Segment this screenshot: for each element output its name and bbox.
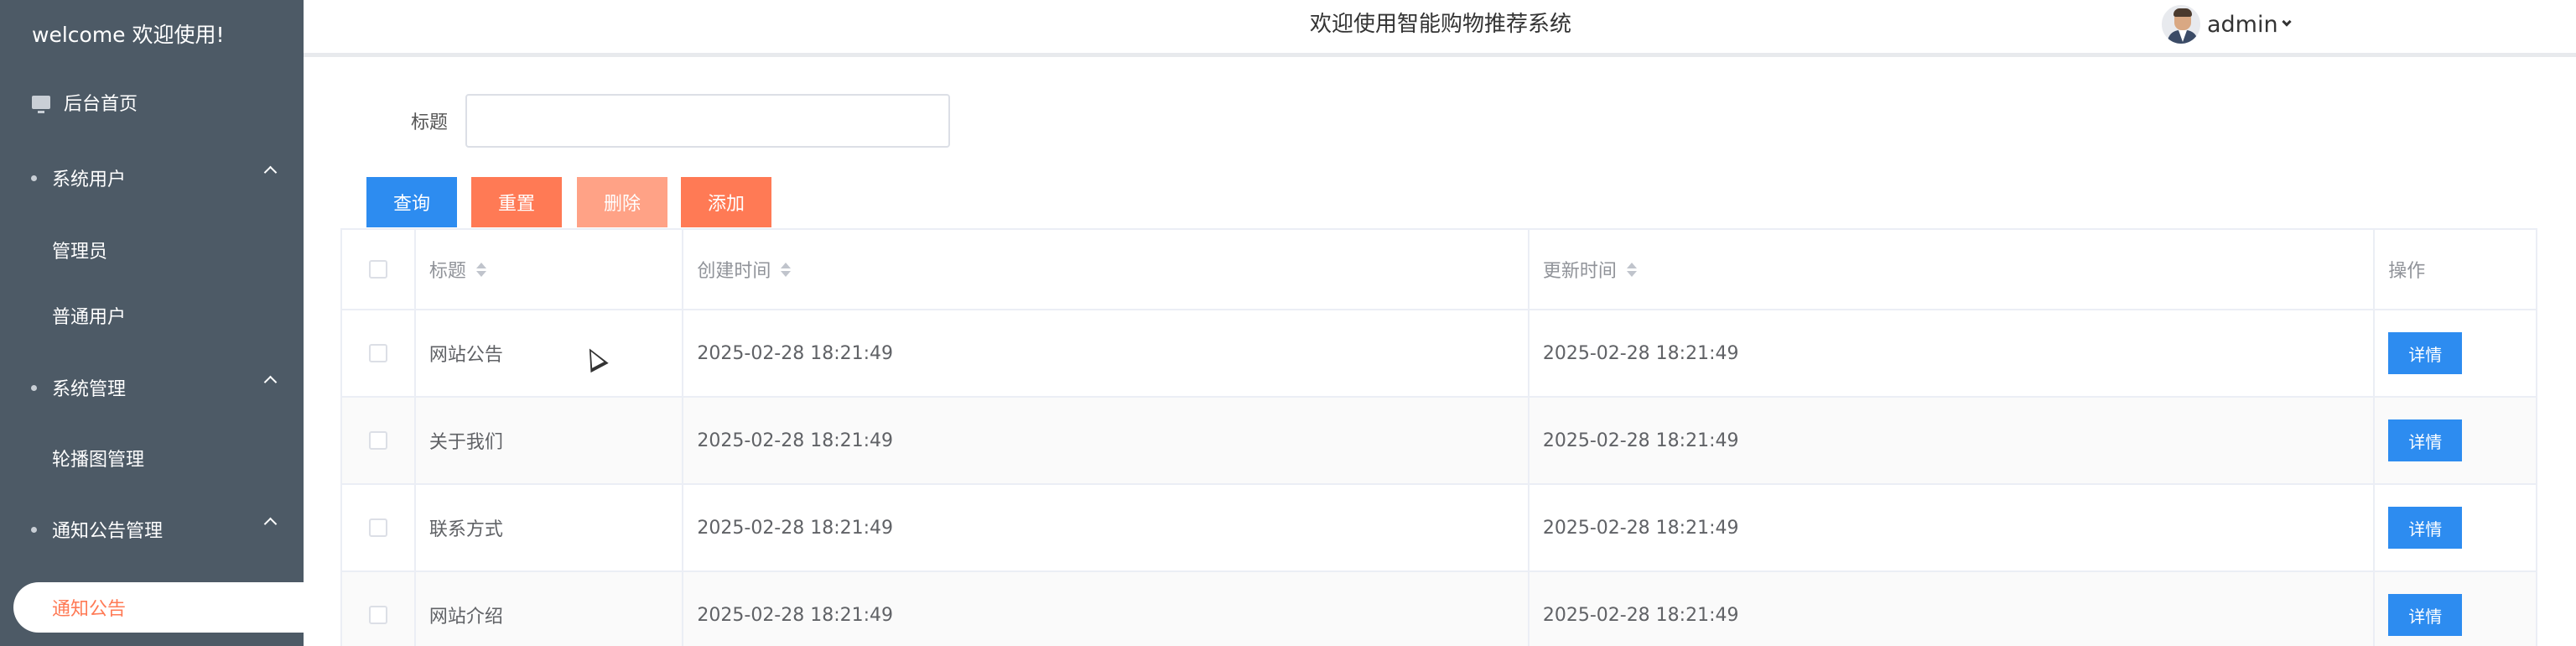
column-header-actions: 操作	[2375, 230, 2536, 309]
row-checkbox[interactable]	[368, 344, 387, 362]
cell-title: 关于我们	[416, 398, 684, 483]
chevron-up-icon	[263, 165, 278, 180]
delete-button[interactable]: 删除	[577, 177, 667, 227]
sidebar-group-label: 系统用户	[52, 169, 127, 190]
chevron-up-icon	[263, 375, 278, 389]
add-button[interactable]: 添加	[681, 177, 771, 227]
column-header-label: 创建时间	[697, 261, 771, 282]
cell-updated: 2025-02-28 18:21:49	[1530, 310, 2376, 396]
column-header-label: 更新时间	[1542, 261, 1617, 282]
search-label: 标题	[411, 112, 449, 133]
cell-actions: 详情	[2375, 398, 2536, 483]
page-title: 欢迎使用智能购物推荐系统	[1310, 12, 1572, 37]
sidebar-item-users[interactable]: 普通用户	[0, 290, 304, 341]
row-checkbox[interactable]	[368, 518, 387, 537]
chevron-down-icon[interactable]	[2281, 17, 2292, 27]
table-row: 关于我们 2025-02-28 18:21:49 2025-02-28 18:2…	[342, 398, 2536, 485]
cell-created: 2025-02-28 18:21:49	[683, 485, 1530, 570]
sidebar-item-admins[interactable]: 管理员	[0, 225, 304, 275]
detail-button[interactable]: 详情	[2388, 332, 2463, 374]
cell-actions: 详情	[2375, 485, 2536, 570]
sidebar-group-system-management[interactable]: 系统管理	[0, 362, 304, 413]
top-bar: 欢迎使用智能购物推荐系统 admin	[304, 0, 2576, 57]
sidebar-item-label: 普通用户	[52, 307, 127, 328]
sidebar-group-system-users[interactable]: 系统用户	[0, 153, 304, 203]
detail-button[interactable]: 详情	[2388, 419, 2463, 461]
detail-button[interactable]: 详情	[2388, 507, 2463, 549]
sidebar-welcome: welcome 欢迎使用!	[32, 23, 225, 47]
column-header-label: 标题	[428, 261, 466, 282]
sidebar-item-label: 后台首页	[64, 94, 138, 115]
cell-updated: 2025-02-28 18:21:49	[1530, 485, 2376, 570]
cell-created: 2025-02-28 18:21:49	[683, 572, 1530, 646]
sidebar-group-notices[interactable]: 通知公告管理	[0, 504, 304, 555]
query-button[interactable]: 查询	[366, 177, 457, 227]
cell-actions: 详情	[2375, 572, 2536, 646]
select-all-checkbox[interactable]	[368, 260, 387, 279]
cell-title: 网站公告	[416, 310, 684, 396]
cell-title: 联系方式	[416, 485, 684, 570]
sidebar-item-label: 管理员	[52, 242, 108, 263]
row-checkbox[interactable]	[368, 431, 387, 450]
sidebar-group-label: 通知公告管理	[52, 521, 164, 542]
cell-created: 2025-02-28 18:21:49	[683, 310, 1530, 396]
sort-icon[interactable]	[1626, 262, 1637, 277]
sidebar-item-label: 轮播图管理	[52, 450, 145, 471]
sidebar: welcome 欢迎使用! 后台首页 系统用户 管理员 普通用户 系统管理 轮播…	[0, 0, 304, 646]
bullet-icon	[31, 526, 37, 533]
row-checkbox-cell	[342, 485, 416, 570]
chevron-up-icon	[263, 517, 278, 531]
row-checkbox[interactable]	[368, 606, 387, 624]
user-menu[interactable]: admin	[2160, 3, 2292, 45]
cell-updated: 2025-02-28 18:21:49	[1530, 398, 2376, 483]
username[interactable]: admin	[2207, 12, 2278, 38]
sort-icon[interactable]	[781, 262, 792, 277]
table-row: 网站介绍 2025-02-28 18:21:49 2025-02-28 18:2…	[342, 572, 2536, 646]
column-header-title[interactable]: 标题	[416, 230, 684, 309]
reset-button[interactable]: 重置	[471, 177, 562, 227]
cell-updated: 2025-02-28 18:21:49	[1530, 572, 2376, 646]
bullet-icon	[31, 384, 37, 391]
column-header-updated[interactable]: 更新时间	[1530, 230, 2376, 309]
row-checkbox-cell	[342, 398, 416, 483]
table-header: 标题 创建时间 更新时间 操作	[342, 230, 2536, 310]
column-header-created[interactable]: 创建时间	[683, 230, 1530, 309]
detail-button[interactable]: 详情	[2388, 594, 2463, 636]
cell-title: 网站介绍	[416, 572, 684, 646]
row-checkbox-cell	[342, 310, 416, 396]
sidebar-item-label: 通知公告	[52, 599, 127, 620]
bullet-icon	[31, 175, 37, 181]
table-row: 网站公告 2025-02-28 18:21:49 2025-02-28 18:2…	[342, 310, 2536, 398]
sidebar-item-notices-active[interactable]: 通知公告	[13, 582, 332, 633]
column-header-label: 操作	[2388, 261, 2426, 282]
avatar[interactable]	[2160, 3, 2202, 45]
cell-created: 2025-02-28 18:21:49	[683, 398, 1530, 483]
sidebar-item-carousel[interactable]: 轮播图管理	[0, 433, 304, 483]
header-checkbox-cell	[342, 230, 416, 309]
sidebar-group-label: 系统管理	[52, 379, 127, 400]
notices-table: 标题 创建时间 更新时间 操作 网站公告 2025-02-28 18:21:49…	[340, 228, 2537, 646]
monitor-icon	[32, 96, 50, 113]
cell-actions: 详情	[2375, 310, 2536, 396]
title-search-input[interactable]	[465, 94, 950, 148]
table-row: 联系方式 2025-02-28 18:21:49 2025-02-28 18:2…	[342, 485, 2536, 572]
sort-icon[interactable]	[475, 262, 486, 277]
sidebar-item-home[interactable]: 后台首页	[0, 77, 304, 128]
row-checkbox-cell	[342, 572, 416, 646]
